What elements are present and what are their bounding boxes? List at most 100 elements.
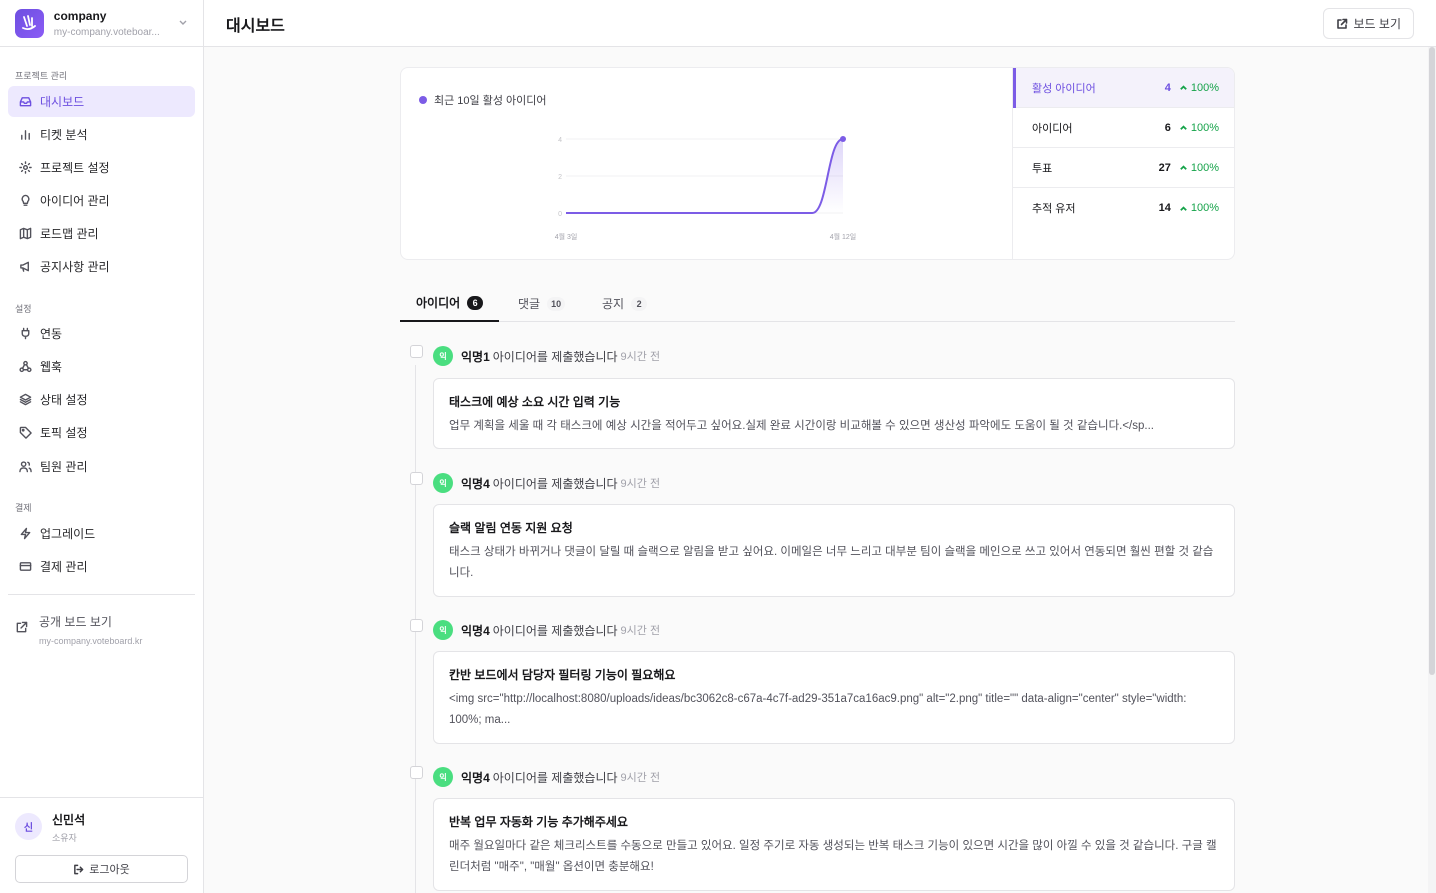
- tab-label: 아이디어: [416, 296, 461, 310]
- stat-label: 투표: [1032, 162, 1053, 175]
- workspace-switcher[interactable]: company my-company.voteboar...: [0, 0, 203, 47]
- sidebar-item-status-settings[interactable]: 상태 설정: [8, 384, 195, 415]
- y-tick-label: 2: [558, 174, 562, 181]
- public-board-label: 공개 보드 보기: [39, 615, 112, 629]
- sidebar-item-roadmap-management[interactable]: 로드맵 관리: [8, 218, 195, 249]
- tab-label: 공지: [602, 297, 625, 311]
- stat-value: 4: [1164, 81, 1171, 94]
- stat-row-active-ideas[interactable]: 활성 아이디어 4 100%: [1013, 68, 1234, 108]
- feed-time: 9시간 전: [620, 625, 661, 637]
- sidebar-item-upgrade[interactable]: 업그레이드: [8, 518, 195, 549]
- megaphone-icon: [18, 260, 32, 274]
- sidebar-item-project-settings[interactable]: 프로젝트 설정: [8, 152, 195, 183]
- view-board-button[interactable]: 보드 보기: [1322, 8, 1414, 39]
- stat-row-tracked-users[interactable]: 추적 유저 14 100%: [1013, 188, 1234, 228]
- stat-value: 14: [1158, 202, 1171, 214]
- map-icon: [18, 227, 32, 241]
- sidebar-item-webhooks[interactable]: 웹훅: [8, 351, 195, 382]
- tab-count-badge: 2: [631, 296, 648, 311]
- sidebar-item-label: 결제 관리: [40, 560, 88, 574]
- public-board-url: my-company.voteboard.kr: [39, 636, 143, 646]
- main-scrollbar[interactable]: [1428, 47, 1436, 893]
- feed-author[interactable]: 익명4: [461, 769, 490, 786]
- avatar: 익: [433, 620, 453, 640]
- stat-change-value: 100%: [1190, 202, 1219, 214]
- x-tick-label: 4월 12일: [830, 232, 857, 241]
- credit-card-icon: [18, 560, 32, 574]
- feed-action: 아이디어를 제출했습니다: [492, 349, 618, 364]
- sidebar-item-idea-management[interactable]: 아이디어 관리: [8, 185, 195, 216]
- sidebar-item-label: 상태 설정: [40, 393, 88, 407]
- stat-change-value: 100%: [1190, 81, 1219, 94]
- avatar: 익: [433, 346, 453, 366]
- sidebar-item-label: 공지사항 관리: [40, 260, 110, 274]
- view-board-label: 보드 보기: [1353, 17, 1402, 31]
- page-title: 대시보드: [226, 18, 285, 35]
- y-tick-label: 4: [558, 137, 562, 144]
- feed-tabs: 아이디어 6 댓글 10 공지 2: [400, 285, 1235, 322]
- x-tick-label: 4월 3일: [555, 232, 578, 241]
- webhook-icon: [18, 360, 32, 374]
- sidebar-item-label: 토픽 설정: [40, 426, 88, 440]
- workspace-logo-icon: [15, 8, 44, 38]
- external-link-icon: [15, 621, 29, 651]
- sidebar-item-topic-settings[interactable]: 토픽 설정: [8, 417, 195, 448]
- stat-row-votes[interactable]: 투표 27 100%: [1013, 148, 1234, 188]
- sidebar-item-label: 프로젝트 설정: [40, 161, 110, 175]
- user-role: 소유자: [52, 833, 77, 843]
- feed-author[interactable]: 익명4: [461, 622, 490, 639]
- sidebar-item-billing-management[interactable]: 결제 관리: [8, 551, 195, 582]
- feed-time: 9시간 전: [620, 478, 661, 490]
- section-label-project: 프로젝트 관리: [15, 71, 68, 81]
- lightbulb-icon: [18, 194, 32, 208]
- feed-action: 아이디어를 제출했습니다: [492, 476, 618, 491]
- chevron-up-icon: [1180, 85, 1187, 90]
- logout-button[interactable]: 로그아웃: [15, 855, 188, 883]
- tag-icon: [18, 426, 32, 440]
- stat-value: 6: [1164, 121, 1171, 134]
- sidebar-item-notice-management[interactable]: 공지사항 관리: [8, 251, 195, 282]
- tab-notices[interactable]: 공지 2: [602, 285, 648, 322]
- inbox-icon: [18, 95, 32, 109]
- sidebar-divider: [8, 594, 195, 595]
- sidebar-item-integrations[interactable]: 연동: [8, 318, 195, 349]
- feed-author[interactable]: 익명4: [461, 475, 490, 492]
- tab-ideas[interactable]: 아이디어 6: [400, 285, 500, 322]
- idea-card[interactable]: 칸반 보드에서 담당자 필터링 기능이 필요해요 <img src="http:…: [433, 651, 1235, 744]
- idea-card[interactable]: 반복 업무 자동화 기능 추가해주세요 매주 월요일마다 같은 체크리스트를 수…: [433, 798, 1235, 891]
- sidebar-item-team-management[interactable]: 팀원 관리: [8, 451, 195, 482]
- external-link-icon: [1336, 18, 1347, 29]
- sidebar: company my-company.voteboar... 프로젝트 관리 대…: [0, 0, 204, 893]
- idea-card[interactable]: 태스크에 예상 소요 시간 입력 기능 업무 계획을 세울 때 각 태스크에 예…: [433, 378, 1235, 449]
- select-checkbox[interactable]: [410, 766, 423, 779]
- stat-row-ideas[interactable]: 아이디어 6 100%: [1013, 108, 1234, 148]
- idea-card[interactable]: 슬랙 알림 연동 지원 요청 태스크 상태가 바뀌거나 댓글이 달릴 때 슬랙으…: [433, 504, 1235, 597]
- stats-card: 최근 10일 활성 아이디어 0 2 4 4월 3일 4월 12일 활성 아이디어 4 …: [400, 67, 1235, 260]
- y-tick-label: 0: [558, 211, 562, 218]
- lightning-icon: [18, 527, 32, 541]
- sidebar-item-label: 아이디어 관리: [40, 194, 110, 208]
- feed-time: 9시간 전: [620, 351, 661, 363]
- user-panel: 신 신민석 소유자 로그아웃: [0, 797, 203, 893]
- plug-icon: [18, 327, 32, 341]
- public-board-link[interactable]: 공개 보드 보기 my-company.voteboard.kr: [15, 611, 195, 651]
- sidebar-item-label: 대시보드: [40, 95, 85, 109]
- stat-change: 100%: [1179, 122, 1219, 134]
- avatar: 신: [15, 813, 42, 840]
- scrollbar-thumb[interactable]: [1429, 47, 1435, 675]
- select-checkbox[interactable]: [410, 472, 423, 485]
- tab-count-badge: 6: [467, 295, 484, 310]
- chevron-up-icon: [1180, 205, 1187, 211]
- stat-label: 추적 유저: [1032, 203, 1076, 215]
- idea-body: 태스크 상태가 바뀌거나 댓글이 달릴 때 슬랙으로 알림을 받고 싶어요. 이…: [449, 546, 1214, 579]
- sidebar-item-dashboard[interactable]: 대시보드: [8, 86, 195, 117]
- tab-comments[interactable]: 댓글 10: [518, 285, 566, 322]
- sidebar-item-ticket-analysis[interactable]: 티켓 분석: [8, 119, 195, 150]
- select-checkbox[interactable]: [410, 619, 423, 632]
- sidebar-item-label: 티켓 분석: [40, 128, 88, 142]
- sidebar-item-label: 업그레이드: [40, 527, 96, 541]
- select-checkbox[interactable]: [410, 345, 423, 358]
- feed-author[interactable]: 익명1: [461, 348, 490, 365]
- active-ideas-chart: 0 2 4 4월 3일 4월 12일: [555, 136, 857, 241]
- users-icon: [18, 460, 32, 474]
